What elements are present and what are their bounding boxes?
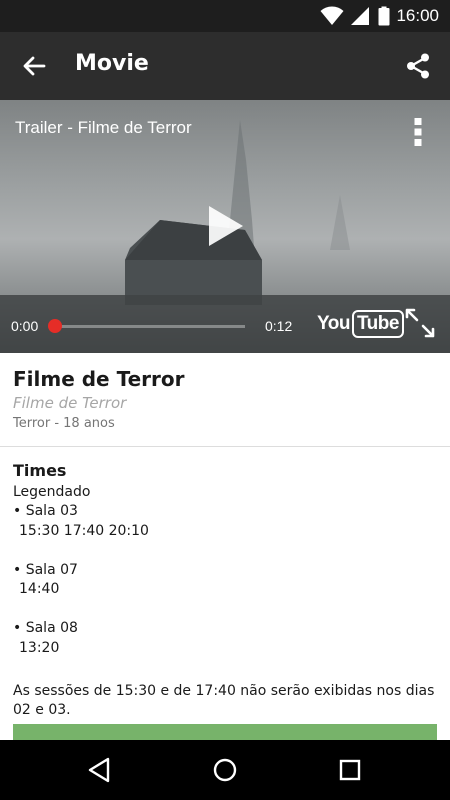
wifi-icon: [320, 6, 344, 25]
video-player[interactable]: Trailer - Filme de Terror 0:00 0:12 You …: [0, 100, 450, 353]
sessions-notice: As sessões de 15:30 e de 17:40 não serão…: [13, 682, 435, 718]
status-bar: 16:00: [0, 0, 450, 32]
youtube-logo[interactable]: You Tube: [317, 310, 404, 338]
nav-back-icon[interactable]: [86, 756, 114, 784]
times-heading: Times: [13, 461, 67, 480]
fullscreen-icon[interactable]: [404, 307, 436, 339]
session-type: Legendado: [13, 484, 91, 500]
times-section: Times Legendado • Sala 03 15:30 17:40 20…: [13, 459, 441, 720]
room-hours: 15:30 17:40 20:10: [19, 522, 149, 539]
progress-knob[interactable]: [48, 319, 62, 333]
nav-recents-icon[interactable]: [336, 756, 364, 784]
action-button[interactable]: [13, 724, 437, 740]
room-item: • Sala 08 13:20: [13, 619, 441, 658]
battery-icon: [378, 6, 390, 26]
play-icon[interactable]: [205, 204, 245, 248]
page-title: Movie: [75, 51, 149, 76]
more-options-icon[interactable]: [413, 118, 423, 146]
nav-home-icon[interactable]: [211, 756, 239, 784]
app-bar: Movie: [0, 32, 450, 100]
navigation-bar: [0, 740, 450, 800]
status-time: 16:00: [396, 6, 439, 25]
share-icon[interactable]: [404, 52, 432, 80]
room-name: • Sala 03: [13, 503, 78, 519]
movie-title: Filme de Terror: [13, 367, 185, 391]
arrow-back-icon[interactable]: [20, 52, 48, 80]
video-title: Trailer - Filme de Terror: [15, 118, 192, 137]
room-item: • Sala 03 15:30 17:40 20:10: [13, 502, 441, 541]
movie-original-title: Filme de Terror: [13, 394, 127, 412]
status-icons: 16:00: [320, 0, 450, 32]
total-time: 0:12: [265, 318, 293, 334]
cellular-signal-icon: [351, 7, 370, 25]
current-time: 0:00: [11, 318, 39, 334]
room-name: • Sala 07: [13, 561, 78, 578]
room-hours: 13:20: [19, 639, 60, 656]
progress-bar[interactable]: [48, 319, 245, 333]
room-item: • Sala 07 14:40: [13, 561, 441, 600]
room-name: • Sala 08: [13, 620, 78, 636]
room-hours: 14:40: [19, 581, 60, 597]
movie-genre-rating: Terror - 18 anos: [13, 416, 115, 431]
movie-info: Filme de Terror Filme de Terror Terror -…: [0, 353, 450, 447]
